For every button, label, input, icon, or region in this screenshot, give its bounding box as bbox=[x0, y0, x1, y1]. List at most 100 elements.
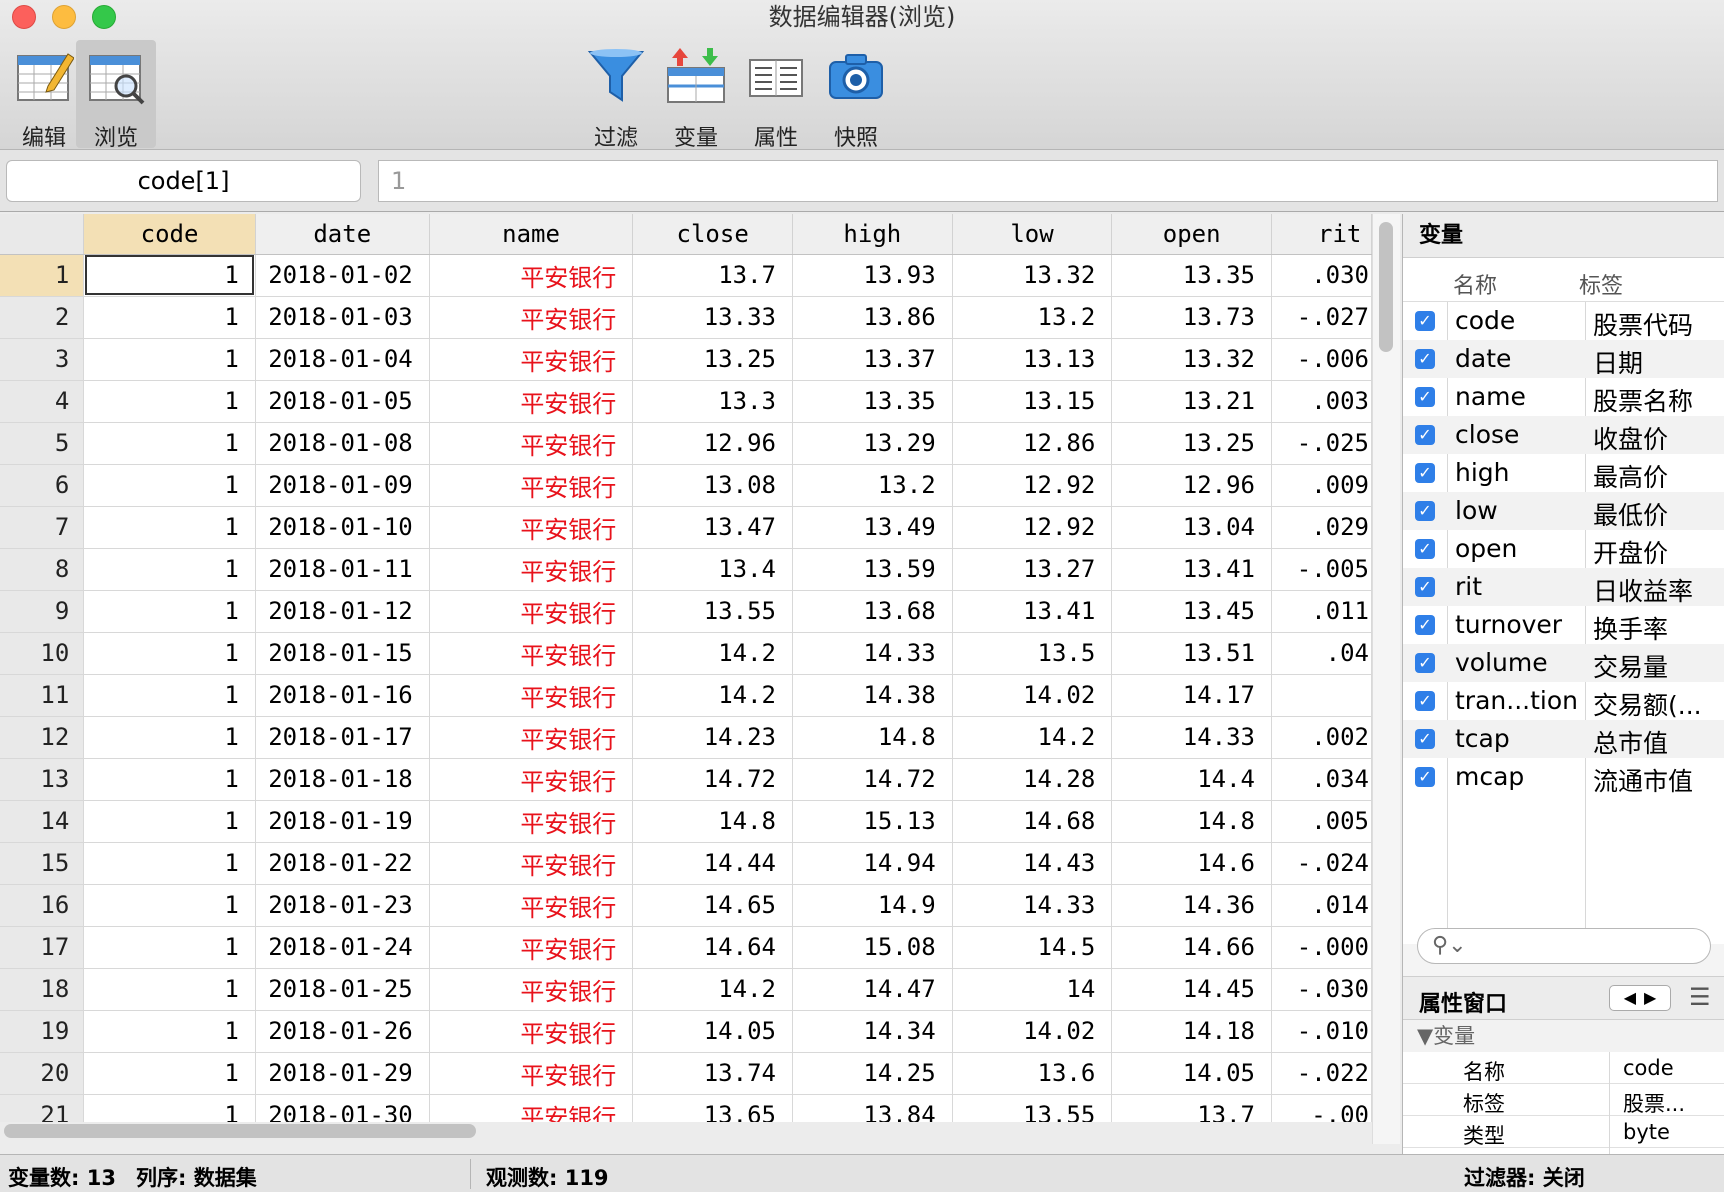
variable-row[interactable]: ✓ tran...tion 交易额(... bbox=[1403, 682, 1724, 720]
cell-rit[interactable]: -.00 bbox=[1271, 1094, 1372, 1122]
variable-row[interactable]: ✓ low 最低价 bbox=[1403, 492, 1724, 530]
cell-rit[interactable]: -.025 bbox=[1271, 422, 1372, 465]
cell-high[interactable]: 13.2 bbox=[792, 464, 953, 507]
cell-code[interactable]: 1 bbox=[83, 842, 256, 885]
cell-code[interactable]: 1 bbox=[83, 296, 256, 339]
cell-code[interactable]: 1 bbox=[83, 590, 256, 633]
cell-open[interactable]: 12.96 bbox=[1111, 464, 1272, 507]
cell-name-field[interactable]: code[1] bbox=[6, 160, 361, 202]
cell-high[interactable]: 13.84 bbox=[792, 1094, 953, 1122]
column-header-name[interactable]: name bbox=[429, 214, 634, 255]
property-row[interactable]: 类型 byte bbox=[1403, 1116, 1724, 1148]
cell-close[interactable]: 13.7 bbox=[632, 254, 793, 297]
checkbox-icon[interactable]: ✓ bbox=[1415, 729, 1435, 749]
filter-button[interactable]: 过滤 bbox=[576, 40, 656, 151]
cell-rit[interactable]: .003 bbox=[1271, 380, 1372, 423]
cell-name[interactable]: 平安银行 bbox=[429, 422, 634, 465]
column-header-rit[interactable]: rit bbox=[1271, 214, 1372, 255]
cell-name[interactable]: 平安银行 bbox=[429, 716, 634, 759]
cell-high[interactable]: 14.47 bbox=[792, 968, 953, 1011]
cell-rit[interactable]: .002 bbox=[1271, 716, 1372, 759]
cell-name[interactable]: 平安银行 bbox=[429, 800, 634, 843]
cell-rit[interactable]: -.010 bbox=[1271, 1010, 1372, 1053]
cell-name[interactable]: 平安银行 bbox=[429, 296, 634, 339]
cell-code[interactable]: 1 bbox=[83, 506, 256, 549]
cell-open[interactable]: 14.66 bbox=[1111, 926, 1272, 969]
cell-date[interactable]: 2018-01-12 bbox=[255, 590, 430, 633]
row-number[interactable]: 7 bbox=[0, 506, 85, 549]
row-number[interactable]: 2 bbox=[0, 296, 85, 339]
cell-date[interactable]: 2018-01-05 bbox=[255, 380, 430, 423]
cell-name[interactable]: 平安银行 bbox=[429, 632, 634, 675]
cell-close[interactable]: 13.3 bbox=[632, 380, 793, 423]
variable-row[interactable]: ✓ turnover 换手率 bbox=[1403, 606, 1724, 644]
cell-close[interactable]: 13.47 bbox=[632, 506, 793, 549]
cell-high[interactable]: 14.9 bbox=[792, 884, 953, 927]
cell-code[interactable]: 1 bbox=[83, 338, 256, 381]
cell-date[interactable]: 2018-01-29 bbox=[255, 1052, 430, 1095]
cell-code[interactable]: 1 bbox=[83, 884, 256, 927]
panel-menu-icon[interactable]: ☰ bbox=[1689, 983, 1711, 1011]
properties-button[interactable]: 属性 bbox=[736, 40, 816, 151]
cell-close[interactable]: 13.4 bbox=[632, 548, 793, 591]
cell-code[interactable]: 1 bbox=[83, 632, 256, 675]
cell-low[interactable]: 14.02 bbox=[952, 674, 1113, 717]
cell-close[interactable]: 14.64 bbox=[632, 926, 793, 969]
variables-col-label[interactable]: 标签 bbox=[1579, 268, 1623, 300]
checkbox-icon[interactable]: ✓ bbox=[1415, 349, 1435, 369]
cell-code[interactable]: 1 bbox=[83, 716, 256, 759]
cell-value-field[interactable]: 1 bbox=[378, 160, 1718, 202]
cell-date[interactable]: 2018-01-15 bbox=[255, 632, 430, 675]
row-number[interactable]: 14 bbox=[0, 800, 85, 843]
checkbox-icon[interactable]: ✓ bbox=[1415, 425, 1435, 445]
row-number[interactable]: 5 bbox=[0, 422, 85, 465]
column-header-high[interactable]: high bbox=[792, 214, 953, 255]
cell-rit[interactable]: .04 bbox=[1271, 632, 1372, 675]
cell-high[interactable]: 14.8 bbox=[792, 716, 953, 759]
cell-name[interactable]: 平安银行 bbox=[429, 590, 634, 633]
variables-col-name[interactable]: 名称 bbox=[1453, 268, 1497, 300]
row-number[interactable]: 16 bbox=[0, 884, 85, 927]
cell-date[interactable]: 2018-01-24 bbox=[255, 926, 430, 969]
cell-open[interactable]: 13.04 bbox=[1111, 506, 1272, 549]
cell-code[interactable]: 1 bbox=[83, 1010, 256, 1053]
cell-high[interactable]: 13.93 bbox=[792, 254, 953, 297]
cell-date[interactable]: 2018-01-25 bbox=[255, 968, 430, 1011]
checkbox-icon[interactable]: ✓ bbox=[1415, 615, 1435, 635]
variable-row[interactable]: ✓ mcap 流通市值 bbox=[1403, 758, 1724, 796]
cell-open[interactable]: 13.21 bbox=[1111, 380, 1272, 423]
cell-open[interactable]: 14.18 bbox=[1111, 1010, 1272, 1053]
cell-code[interactable]: 1 bbox=[83, 464, 256, 507]
cell-close[interactable]: 12.96 bbox=[632, 422, 793, 465]
snapshot-button[interactable]: 快照 bbox=[816, 40, 896, 151]
checkbox-icon[interactable]: ✓ bbox=[1415, 463, 1435, 483]
column-header-low[interactable]: low bbox=[952, 214, 1113, 255]
cell-date[interactable]: 2018-01-26 bbox=[255, 1010, 430, 1053]
cell-date[interactable]: 2018-01-11 bbox=[255, 548, 430, 591]
cell-close[interactable]: 13.55 bbox=[632, 590, 793, 633]
cell-low[interactable]: 14.68 bbox=[952, 800, 1113, 843]
cell-open[interactable]: 13.73 bbox=[1111, 296, 1272, 339]
cell-name[interactable]: 平安银行 bbox=[429, 1094, 634, 1122]
cell-rit[interactable] bbox=[1271, 674, 1372, 717]
cell-date[interactable]: 2018-01-16 bbox=[255, 674, 430, 717]
cell-rit[interactable]: -.000 bbox=[1271, 926, 1372, 969]
cell-low[interactable]: 14.28 bbox=[952, 758, 1113, 801]
vertical-scrollbar[interactable] bbox=[1379, 222, 1393, 352]
cell-open[interactable]: 14.36 bbox=[1111, 884, 1272, 927]
cell-high[interactable]: 15.08 bbox=[792, 926, 953, 969]
prev-next-variable-buttons[interactable]: ◀▶ bbox=[1609, 985, 1671, 1011]
cell-code[interactable]: 1 bbox=[83, 968, 256, 1011]
variable-row[interactable]: ✓ close 收盘价 bbox=[1403, 416, 1724, 454]
cell-open[interactable]: 13.35 bbox=[1111, 254, 1272, 297]
row-number[interactable]: 15 bbox=[0, 842, 85, 885]
column-header-date[interactable]: date bbox=[255, 214, 430, 255]
cell-close[interactable]: 14.65 bbox=[632, 884, 793, 927]
variable-row[interactable]: ✓ volume 交易量 bbox=[1403, 644, 1724, 682]
cell-open[interactable]: 13.51 bbox=[1111, 632, 1272, 675]
cell-name[interactable]: 平安银行 bbox=[429, 968, 634, 1011]
cell-open[interactable]: 14.8 bbox=[1111, 800, 1272, 843]
row-number[interactable]: 10 bbox=[0, 632, 85, 675]
cell-date[interactable]: 2018-01-10 bbox=[255, 506, 430, 549]
checkbox-icon[interactable]: ✓ bbox=[1415, 691, 1435, 711]
